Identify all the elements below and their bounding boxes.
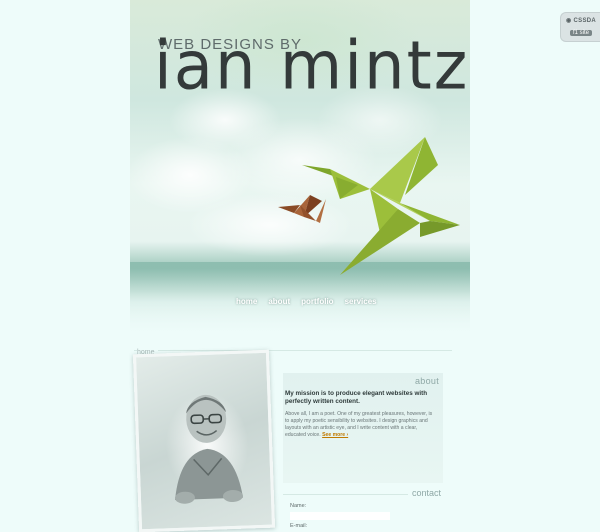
avatar-portrait [157,377,258,520]
nav-services[interactable]: services [345,297,377,306]
about-body: Above all, I am a poet. One of my greate… [285,411,437,439]
brown-crane-icon [278,195,326,223]
see-more-link[interactable]: See more › [322,432,348,438]
origami-crane-illustration [270,125,470,285]
profile-photo [133,350,275,532]
mission-statement: My mission is to produce elegant website… [285,390,435,406]
name-label: Name: [290,503,306,509]
name-field[interactable] [290,512,390,520]
email-label: E-mail: [290,523,307,529]
about-panel: about My mission is to produce elegant w… [283,373,443,483]
nav-about[interactable]: about [268,297,290,306]
cssda-badge[interactable]: CSSDA f1 site [560,12,600,42]
about-body-text: Above all, I am a poet. One of my greate… [285,411,432,438]
content-divider [134,350,452,351]
contact-heading: contact [412,488,441,498]
cssda-sub-label: f1 site [570,30,592,36]
green-crane-icon [302,137,460,275]
site-title: ian mintz [154,33,469,100]
nav-home[interactable]: home [236,297,257,306]
nav-portfolio[interactable]: portfolio [301,297,333,306]
cssda-logo: CSSDA [566,17,596,24]
header-banner: WEB DESIGNS BY ian mintz [130,0,470,335]
main-nav: home about portfolio services [236,297,377,306]
contact-divider [283,494,408,495]
about-heading: about [415,376,439,386]
